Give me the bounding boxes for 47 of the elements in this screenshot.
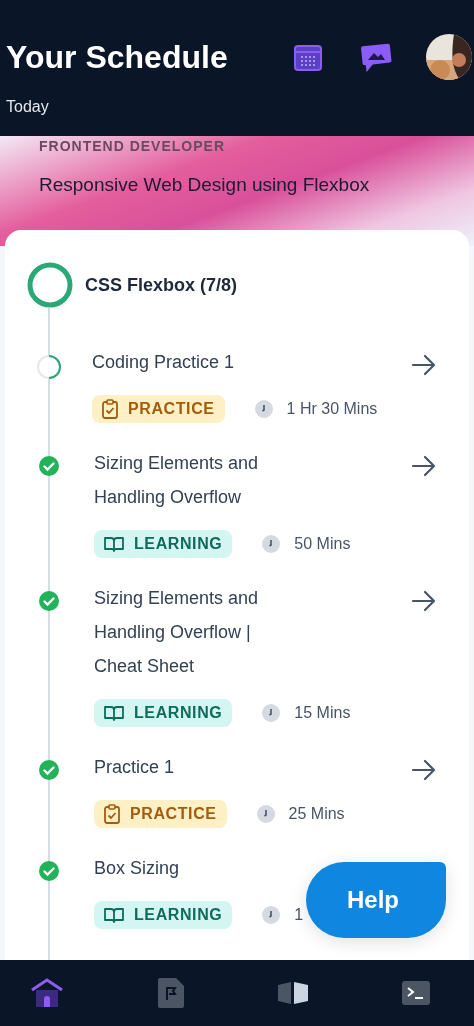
lesson-title[interactable]: Box Sizing — [94, 851, 180, 885]
home-icon[interactable] — [30, 978, 64, 1008]
arrow-right-icon[interactable] — [411, 590, 437, 612]
lesson-duration: 15 Mins — [294, 704, 351, 722]
module-title: CSS Flexbox (7/8) — [85, 274, 238, 296]
clock-icon — [262, 906, 281, 924]
tag-label: LEARNING — [134, 906, 223, 924]
check-icon — [38, 759, 60, 781]
open-book-icon — [104, 536, 124, 552]
date-label: Today — [6, 98, 50, 116]
clock-icon — [262, 704, 281, 722]
tag-label: PRACTICE — [128, 400, 215, 418]
document-flag-icon[interactable] — [158, 978, 184, 1008]
clipboard-check-icon — [102, 399, 118, 419]
book-icon[interactable] — [278, 982, 308, 1004]
terminal-icon[interactable] — [402, 981, 430, 1005]
lesson-duration: 1 — [294, 906, 304, 924]
tag-label: LEARNING — [134, 704, 223, 722]
open-book-icon — [104, 705, 124, 721]
page-title: Your Schedule — [6, 38, 229, 76]
lesson-title[interactable]: Sizing Elements and Handling Overflow | Cheat Sheet — [94, 581, 290, 683]
arrow-right-icon[interactable] — [411, 759, 437, 781]
course-category: FRONTEND DEVELOPER — [39, 138, 226, 154]
arrow-right-icon[interactable] — [411, 354, 437, 376]
lesson-title[interactable]: Practice 1 — [94, 750, 175, 784]
clipboard-check-icon — [104, 804, 120, 824]
tag-label: LEARNING — [134, 535, 223, 553]
image-chat-icon[interactable] — [360, 42, 392, 72]
lesson-duration: 25 Mins — [288, 805, 345, 823]
course-title: Responsive Web Design using Flexbox — [39, 174, 371, 196]
check-icon — [38, 860, 60, 882]
help-button[interactable]: Help — [306, 862, 446, 938]
progress-ring-icon — [36, 354, 62, 380]
clock-icon — [256, 805, 275, 823]
open-book-icon — [104, 907, 124, 923]
clock-icon — [254, 400, 273, 418]
check-icon — [38, 455, 60, 477]
arrow-right-icon[interactable] — [411, 455, 437, 477]
tag-label: PRACTICE — [130, 805, 217, 823]
lesson-duration: 50 Mins — [294, 535, 351, 553]
check-icon — [38, 590, 60, 612]
lesson-duration: 1 Hr 30 Mins — [286, 400, 378, 418]
progress-ring-icon — [27, 262, 73, 308]
lesson-title[interactable]: Sizing Elements and Handling Overflow — [94, 446, 290, 514]
clock-icon — [262, 535, 281, 553]
calendar-icon[interactable] — [294, 43, 322, 71]
lesson-title[interactable]: Coding Practice 1 — [92, 345, 235, 379]
